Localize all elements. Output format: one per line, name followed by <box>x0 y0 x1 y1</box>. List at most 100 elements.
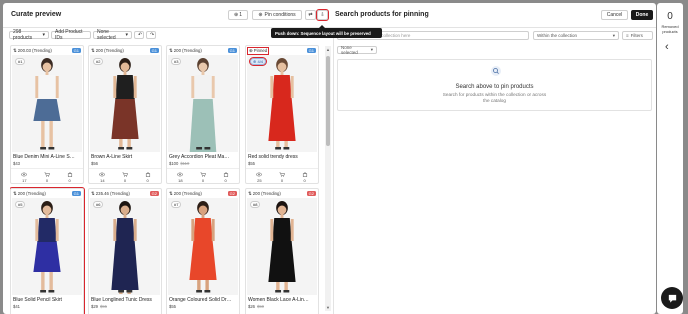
views-stat: 17 <box>21 172 28 183</box>
trending-score: ⇅ 235.46 (Trending) <box>91 191 130 197</box>
price-value: $43 <box>13 161 20 166</box>
product-price: $55 <box>167 303 239 309</box>
views-stat: 18 <box>177 172 184 183</box>
search-selection-value: None selected <box>341 45 358 55</box>
search-scope-select[interactable]: Within the collection ▾ <box>533 31 619 40</box>
add-product-ids-button[interactable]: Add Product IDs <box>51 29 91 41</box>
done-button[interactable]: Done <box>631 10 653 20</box>
rank-value: 4/4 <box>257 59 264 64</box>
layout-toggle-button[interactable]: ⇄ <box>305 10 316 20</box>
product-price: $29 $55 <box>89 303 161 309</box>
product-image[interactable]: #6 <box>90 198 160 295</box>
group-badge: G2 <box>149 191 159 196</box>
product-name: Blue Denim Mini A-Line S… <box>13 154 75 160</box>
rank-badge: #3 <box>171 58 182 65</box>
product-card[interactable]: ⇅ 200 (Trending) G1 #3 Grey Accordion Pleat… <box>166 45 240 184</box>
product-name: Blue Solid Pencil Skirt <box>13 297 62 303</box>
product-image[interactable]: #5 <box>12 198 82 295</box>
pin-conditions-button[interactable]: ⊕ Pin conditions <box>252 10 302 20</box>
cancel-button[interactable]: Cancel <box>601 10 628 20</box>
trending-score: ⇅ 200 (Trending) <box>169 48 202 54</box>
push-down-icon: ⇩ <box>320 12 325 18</box>
redo-button[interactable]: ↷ <box>146 31 156 39</box>
product-card[interactable]: ⊕ Pinned G1 ⊕ 4/4 Red solid trendy dress $55… <box>245 45 319 184</box>
old-price-value: $110 <box>180 161 190 166</box>
trending-score: ⇅ 200 (Trending) <box>91 48 124 54</box>
product-card[interactable]: ⇅ 200 (Trending) G2 #8 Women Black Lace A-L… <box>245 188 319 314</box>
product-image[interactable]: #7 <box>168 198 238 295</box>
price-value: $55 <box>248 161 255 166</box>
grid-scrollbar[interactable]: ▲ ▼ <box>325 46 331 311</box>
pinned-rank-badge[interactable]: ⊕ 4/4 <box>248 57 268 66</box>
card-header: ⇅ 200 (Trending) G1 <box>167 46 239 55</box>
filters-button[interactable]: ≡ Filters <box>622 31 653 40</box>
price-value: $41 <box>13 304 20 309</box>
product-stats: 17 0 0 <box>11 168 83 185</box>
removed-count: 0 <box>667 11 673 22</box>
collapse-sidebar-icon[interactable]: ‹ <box>665 41 669 53</box>
product-card[interactable]: ⇅ 200 (Trending) G1 #2 Brown A-Line Skirt $5… <box>88 45 162 184</box>
search-selection-select[interactable]: None selected ▾ <box>337 45 377 55</box>
purchase-count: 0 <box>146 178 149 183</box>
undo-button[interactable]: ↶ <box>134 31 144 39</box>
product-card[interactable]: ⇅ 200.03 (Trending) G1 #1 Blue Denim Mini A… <box>10 45 84 184</box>
rank-value: #2 <box>96 59 101 64</box>
trending-score: ⇅ 200 (Trending) <box>248 191 281 197</box>
card-header: ⇅ 200 (Trending) G2 <box>167 189 239 198</box>
product-price: $56 <box>89 160 161 166</box>
purchase-count: 0 <box>68 178 71 183</box>
card-header: ⇅ 200.03 (Trending) G1 <box>11 46 83 55</box>
redo-icon: ↷ <box>150 32 155 38</box>
selection-select[interactable]: None selected ▾ <box>93 29 132 41</box>
modal-header: Curate preview ⊕ 1 ⊕ Pin conditions ⇄ ⇩ … <box>3 3 656 28</box>
product-image[interactable]: ⊕ 4/4 <box>247 55 317 152</box>
rank-badge: #7 <box>171 201 182 208</box>
scroll-down-icon[interactable]: ▼ <box>326 305 330 310</box>
panel-divider <box>333 28 334 314</box>
pin-count-button[interactable]: ⊕ 1 <box>228 10 248 20</box>
price-value: $55 <box>169 304 176 309</box>
product-grid: ⇅ 200.03 (Trending) G1 #1 Blue Denim Mini A… <box>10 45 322 314</box>
page-title: Curate preview <box>11 11 62 18</box>
product-image[interactable]: #2 <box>90 55 160 152</box>
removed-label-2: products <box>662 29 678 34</box>
trending-score: ⇅ 200 (Trending) <box>13 191 46 197</box>
chevron-down-icon: ▾ <box>125 32 128 38</box>
views-count: 17 <box>22 178 27 183</box>
card-header: ⇅ 200 (Trending) G1 <box>89 46 161 55</box>
old-price-value: $55 <box>100 304 107 309</box>
product-image[interactable]: #3 <box>168 55 238 152</box>
rank-badge: #2 <box>93 58 104 65</box>
product-price: $43 <box>11 160 83 166</box>
removed-products-sidebar: 0 Removed products ‹ <box>657 3 683 314</box>
product-name: Orange Coloured Solid Dr… <box>169 297 232 303</box>
group-badge: G1 <box>149 48 159 53</box>
products-count-select[interactable]: 298 products ▾ <box>9 29 49 41</box>
pin-icon: ⊕ <box>234 12 239 18</box>
scroll-up-icon[interactable]: ▲ <box>326 47 330 52</box>
product-card[interactable]: ⇅ 200 (Trending) G1 #5 Blue Solid Pencil Sk… <box>10 187 85 314</box>
scrollbar-thumb[interactable] <box>326 56 330 146</box>
views-count: 25 <box>257 178 262 183</box>
price-value: $26 <box>248 304 255 309</box>
cart-stat: 0 <box>44 172 50 183</box>
card-score: Pinned <box>253 47 268 53</box>
group-badge: G1 <box>71 191 81 196</box>
cart-count: 0 <box>201 178 205 183</box>
product-name: Blue Longlined Tunic Dress <box>91 297 152 303</box>
product-card[interactable]: ⇅ 235.46 (Trending) G2 #6 Blue Longlined Tu… <box>88 188 162 314</box>
search-empty-state: Search above to pin products Search for … <box>337 59 652 111</box>
product-image[interactable]: #8 <box>247 198 317 295</box>
card-header: ⊕ Pinned G1 <box>246 46 318 55</box>
curate-preview-modal: Curate preview ⊕ 1 ⊕ Pin conditions ⇄ ⇩ … <box>3 3 656 314</box>
product-image[interactable]: #1 <box>12 55 82 152</box>
product-card[interactable]: ⇅ 200 (Trending) G2 #7 Orange Coloured Soli… <box>166 188 240 314</box>
push-down-button[interactable]: ⇩ <box>316 9 329 21</box>
rank-value: #6 <box>96 202 101 207</box>
pin-count: 1 <box>239 12 242 18</box>
chat-button[interactable] <box>661 287 683 309</box>
group-badge: G2 <box>306 191 316 196</box>
trending-score: ⇅ 200.03 (Trending) <box>13 48 52 54</box>
price-value: $56 <box>91 161 98 166</box>
group-badge: G1 <box>71 48 81 53</box>
